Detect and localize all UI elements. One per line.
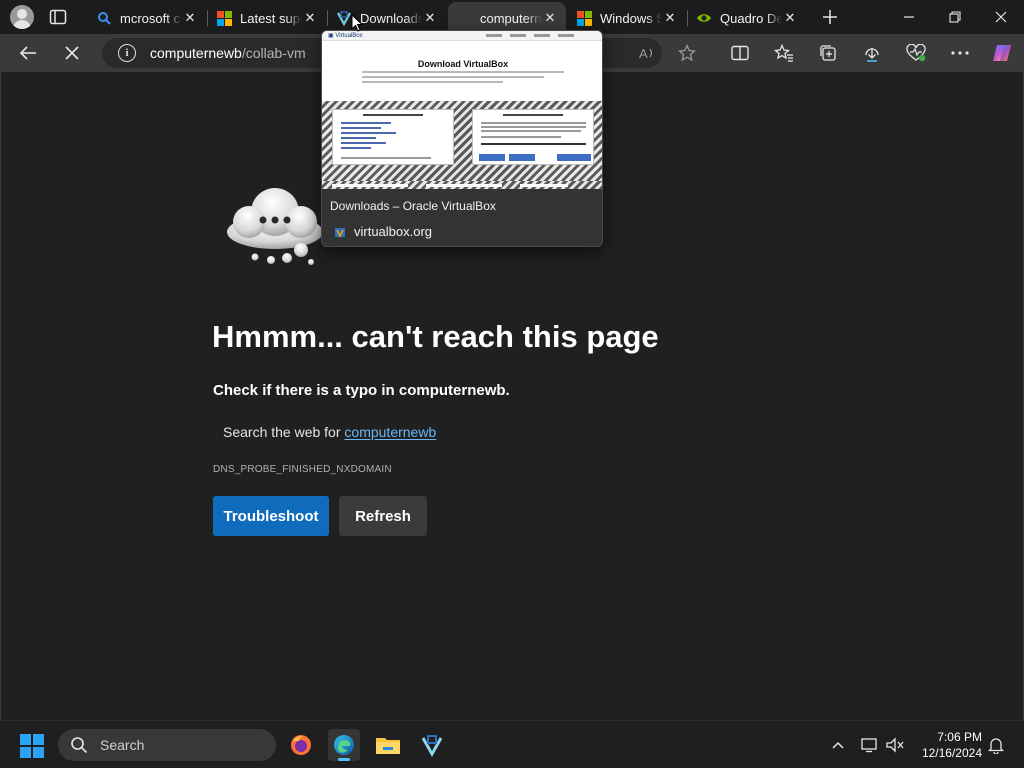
search-prefix: Search the web for (223, 424, 345, 440)
thumbnail-heading: Download VirtualBox (417, 59, 509, 69)
taskbar-clock[interactable]: 7:06 PM 12/16/2024 (912, 729, 982, 761)
tab-actions-icon[interactable] (48, 7, 70, 27)
network-display-icon[interactable] (860, 735, 880, 755)
tab-title: Downloads (360, 10, 422, 26)
close-icon[interactable]: ✕ (182, 10, 198, 26)
volume-muted-icon[interactable] (885, 735, 905, 755)
microsoft-logo-icon (216, 10, 232, 26)
refresh-button[interactable]: Refresh (339, 496, 427, 536)
tab-hover-preview[interactable]: ▣ VirtualBox Download VirtualBox Downloa… (321, 30, 603, 247)
virtualbox-icon (336, 10, 352, 26)
tab-title: Latest supp (240, 10, 302, 26)
favorites-list-icon[interactable] (769, 38, 799, 68)
close-icon[interactable]: ✕ (782, 10, 798, 26)
active-app-indicator (338, 758, 350, 761)
nvidia-icon (696, 10, 712, 26)
search-web-suggestion: Search the web for computernewb (223, 424, 436, 440)
new-tab-plus-icon[interactable] (818, 5, 842, 29)
downloads-icon[interactable] (857, 38, 887, 68)
tab-latest-support[interactable]: Latest supp ✕ (208, 2, 326, 34)
profile-avatar-icon[interactable] (10, 5, 34, 29)
restore-icon[interactable] (932, 0, 978, 34)
error-code: DNS_PROBE_FINISHED_NXDOMAIN (213, 464, 392, 475)
tab-title: computern (480, 10, 542, 26)
error-check-typo: Check if there is a typo in computernewb… (213, 382, 510, 399)
stop-loading-icon[interactable] (57, 38, 87, 68)
preview-page-title: Downloads – Oracle VirtualBox (330, 199, 496, 213)
bing-search-icon (96, 10, 112, 26)
firefox-icon[interactable] (285, 729, 317, 761)
url-host: computernewb (150, 45, 242, 61)
tab-quadro-drivers[interactable]: Quadro De ✕ (688, 2, 806, 34)
close-icon[interactable]: ✕ (422, 10, 438, 26)
close-window-icon[interactable] (978, 0, 1024, 34)
tab-strip: mcrosoft c ✕ Latest supp ✕ Downloads ✕ c… (0, 0, 1024, 34)
settings-more-icon[interactable] (945, 38, 975, 68)
clock-time: 7:06 PM (937, 730, 982, 744)
tab-title: Windows S (600, 10, 662, 26)
svg-text:A: A (639, 46, 648, 61)
copilot-icon[interactable] (987, 38, 1017, 68)
error-heading: Hmmm... can't reach this page (212, 319, 659, 354)
chevron-up-icon[interactable] (828, 735, 848, 755)
back-arrow-icon[interactable] (13, 38, 43, 68)
notification-bell-icon[interactable] (986, 735, 1006, 755)
close-icon[interactable]: ✕ (542, 10, 558, 26)
search-icon (71, 737, 88, 754)
virtualbox-logo-icon: ▣ VirtualBox (328, 33, 363, 39)
windows-taskbar: Search 7:06 PM 12/16/2024 (0, 720, 1024, 768)
search-label: Search (100, 737, 145, 753)
microsoft-logo-icon (576, 10, 592, 26)
site-info-icon[interactable]: i (118, 44, 136, 62)
thumbnail-box-right (472, 109, 594, 165)
virtualbox-icon (335, 227, 345, 238)
clock-date: 12/16/2024 (921, 746, 982, 760)
close-icon[interactable]: ✕ (662, 10, 678, 26)
thumbnail-text-lines (362, 71, 564, 86)
address-url[interactable]: computernewb/collab-vm (150, 45, 306, 61)
file-explorer-icon[interactable] (372, 729, 404, 761)
split-screen-icon[interactable] (725, 38, 755, 68)
tab-bing-search[interactable]: mcrosoft c ✕ (88, 2, 206, 34)
troubleshoot-button[interactable]: Troubleshoot (213, 496, 329, 536)
taskbar-search-box[interactable]: Search (58, 729, 276, 761)
minimize-icon[interactable] (886, 0, 932, 34)
thumbnail-box-left (332, 109, 454, 165)
browser-essentials-icon[interactable] (901, 38, 931, 68)
tab-loading-icon (456, 10, 472, 26)
virtualbox-icon[interactable] (416, 729, 448, 761)
read-aloud-icon[interactable]: A (632, 38, 662, 68)
preview-site-domain: virtualbox.org (354, 224, 433, 239)
tab-title: Quadro De (720, 10, 782, 26)
thumbnail-nav (486, 34, 574, 37)
thumbnail-scroll-strip (322, 181, 602, 189)
windows-start-icon[interactable] (20, 734, 44, 758)
favorite-star-icon[interactable] (672, 38, 702, 68)
mouse-cursor-icon (351, 14, 363, 32)
preview-thumbnail: ▣ VirtualBox Download VirtualBox (322, 31, 602, 189)
url-path: /collab-vm (241, 45, 306, 61)
preview-site: virtualbox.org (334, 224, 432, 239)
tab-title: mcrosoft c (120, 10, 180, 26)
collections-icon[interactable] (813, 38, 843, 68)
cloud-error-icon (227, 188, 323, 265)
search-web-link[interactable]: computernewb (344, 424, 436, 440)
edge-icon[interactable] (328, 729, 360, 761)
close-icon[interactable]: ✕ (302, 10, 318, 26)
